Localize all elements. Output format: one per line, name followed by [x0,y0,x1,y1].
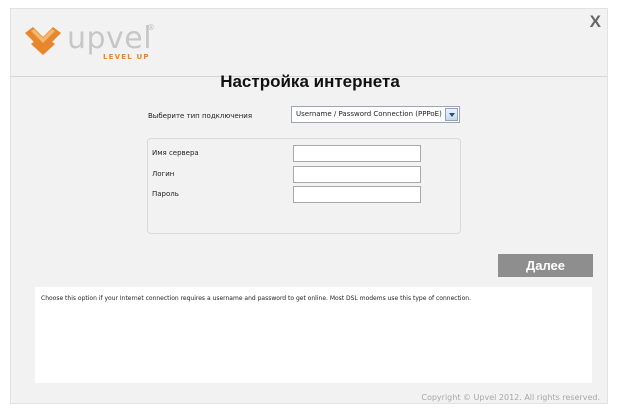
help-text: Choose this option if your Internet conn… [41,295,471,302]
server-name-label: Имя сервера [152,149,199,157]
next-button[interactable]: Далее [498,254,593,277]
header: upvel ® LEVEL UP X [11,9,607,69]
upvel-logo: upvel ® LEVEL UP [25,21,225,63]
logo-wordmark: upvel [67,21,153,56]
upvel-logo-icon [25,27,61,55]
connection-type-label: Выберите тип подключения [148,112,253,120]
password-label: Пароль [152,190,179,198]
close-button[interactable]: X [590,12,601,32]
connection-type-selected-value: Username / Password Connection (PPPoE) [296,110,442,118]
password-input[interactable] [293,186,421,203]
copyright-text: Copyright © Upvel 2012. All rights reser… [421,393,600,402]
logo-registered-mark: ® [147,23,155,32]
logo-tagline: LEVEL UP [103,53,150,61]
chevron-down-icon[interactable] [445,108,458,121]
connection-type-select[interactable]: Username / Password Connection (PPPoE) [291,106,460,123]
login-label: Логин [152,170,175,178]
page-title: Настройка интернета [220,72,400,91]
login-input[interactable] [293,166,421,183]
help-box: Choose this option if your Internet conn… [35,287,592,383]
server-name-input[interactable] [293,145,421,162]
